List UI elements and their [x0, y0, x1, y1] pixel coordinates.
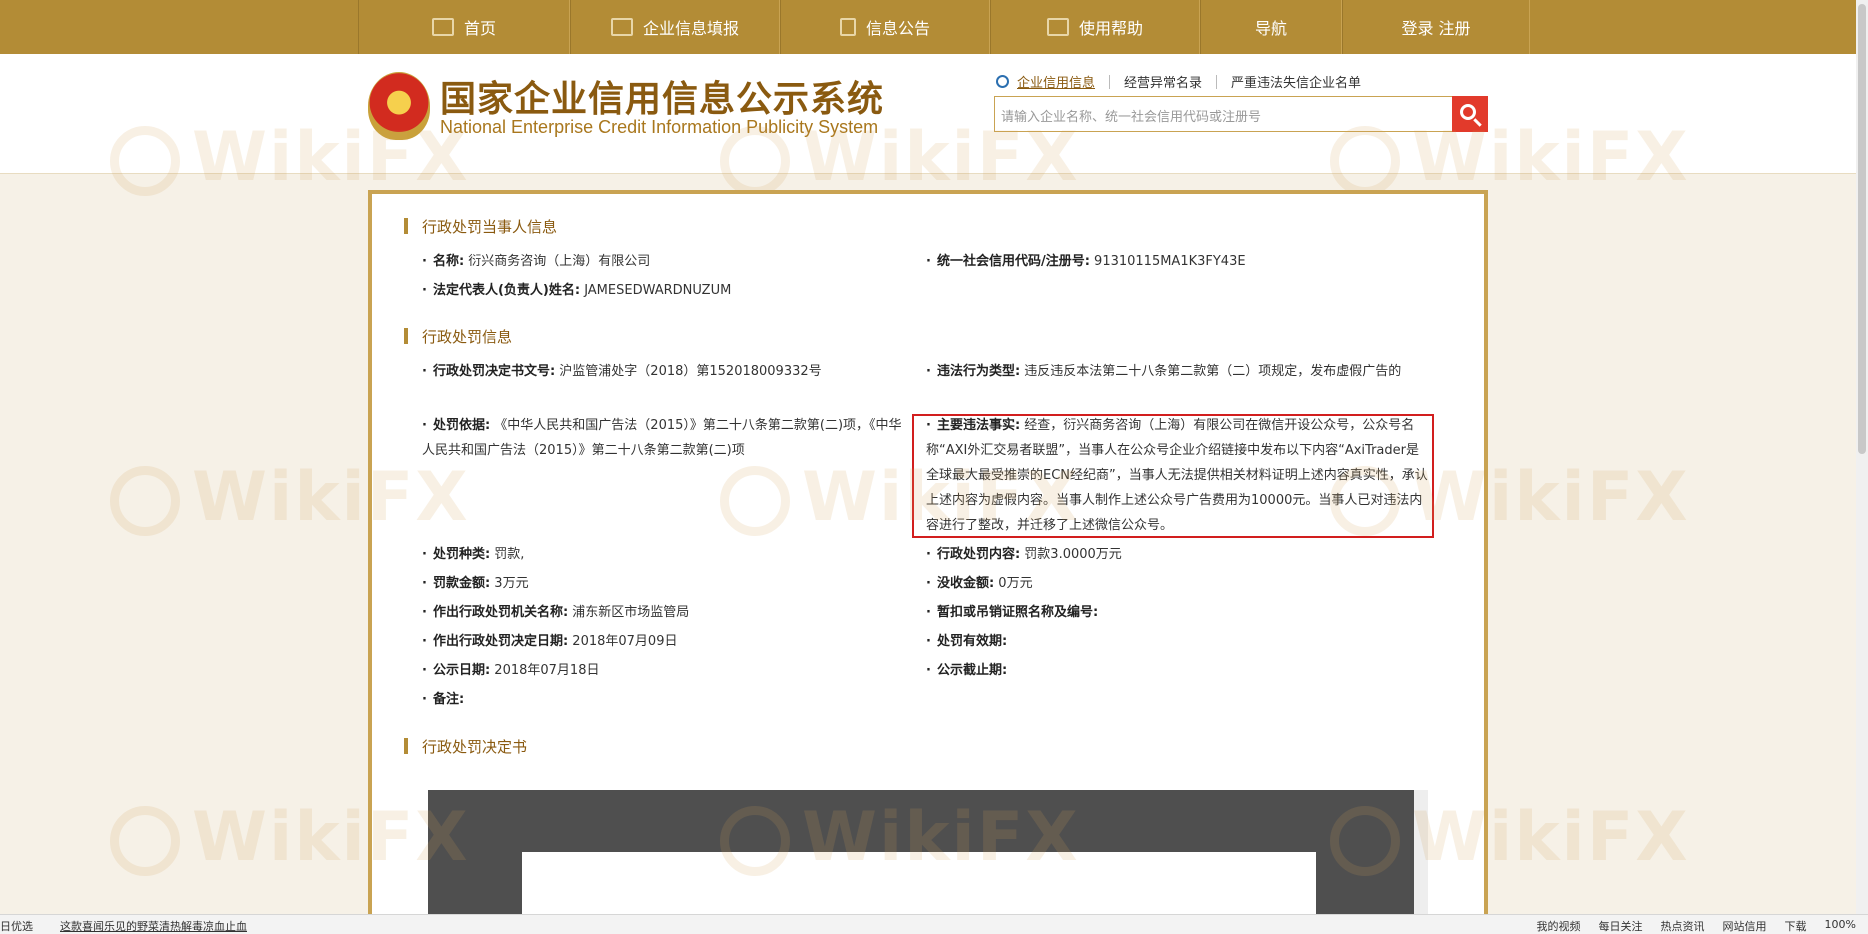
- section-title-penalty: 行政处罚信息: [404, 326, 512, 347]
- zoom-level[interactable]: 100%: [1825, 918, 1856, 934]
- field-penalty-kind: 处罚种类: 罚款,: [422, 542, 902, 567]
- hot-news-link[interactable]: 热点资讯: [1661, 918, 1705, 934]
- my-video-link[interactable]: 我的视频: [1537, 918, 1581, 934]
- tab-blacklist[interactable]: 严重违法失信企业名单: [1231, 72, 1361, 91]
- field-confiscation: 没收金额: 0万元: [926, 571, 1426, 596]
- site-title-cn: 国家企业信用信息公示系统: [440, 78, 885, 120]
- watermark: WikiFX: [110, 798, 470, 877]
- field-authority: 作出行政处罚机关名称: 浦东新区市场监管局: [422, 600, 902, 625]
- field-representative: 法定代表人(负责人)姓名: JAMESEDWARDNUZUM: [422, 278, 902, 303]
- site-credit-link[interactable]: 网站信用: [1723, 918, 1767, 934]
- watermark: WikiFX: [720, 458, 1080, 537]
- field-remarks: 备注:: [422, 687, 902, 712]
- watermark: WikiFX: [1330, 798, 1690, 877]
- field-license: 暂扣或吊销证照名称及编号:: [926, 600, 1426, 625]
- browser-status-bar: 日优选 这款喜闻乐见的野菜清热解毒凉血止血 我的视频 每日关注 热点资讯 网站信…: [0, 914, 1868, 934]
- section-title-decision: 行政处罚决定书: [404, 736, 527, 757]
- download-link[interactable]: 下载: [1785, 918, 1807, 934]
- field-decision-date: 作出行政处罚决定日期: 2018年07月09日: [422, 629, 902, 654]
- field-publish-end: 公示截止期:: [926, 658, 1426, 683]
- watermark: WikiFX: [720, 798, 1080, 877]
- nav-navigation[interactable]: 导航: [1200, 0, 1342, 54]
- watermark: WikiFX: [110, 458, 470, 537]
- speaker-icon: [1046, 18, 1069, 36]
- field-penalty-content: 行政处罚内容: 罚款3.0000万元: [926, 542, 1426, 567]
- field-publish-date: 公示日期: 2018年07月18日: [422, 658, 902, 683]
- daily-follow-link[interactable]: 每日关注: [1599, 918, 1643, 934]
- scrollbar-thumb[interactable]: [1858, 4, 1866, 454]
- nav-help[interactable]: 使用帮助: [990, 0, 1200, 54]
- tab-abnormal-list[interactable]: 经营异常名录: [1124, 72, 1202, 91]
- edit-icon: [610, 18, 633, 36]
- section-title-party: 行政处罚当事人信息: [404, 216, 557, 237]
- monitor-icon: [431, 18, 454, 36]
- nav-login-register[interactable]: 登录 注册: [1342, 0, 1530, 54]
- status-tools: 我的视频 每日关注 热点资讯 网站信用 下载 100%: [1537, 918, 1856, 934]
- watermark: WikiFX: [720, 118, 1080, 197]
- watermark: WikiFX: [110, 118, 470, 197]
- field-violation-type: 违法行为类型: 违反违反本法第二十八条第二款第（二）项规定，发布虚假广告的: [926, 359, 1426, 384]
- search-icon: [996, 75, 1009, 88]
- field-name: 名称: 衍兴商务咨询（上海）有限公司: [422, 249, 902, 274]
- watermark: WikiFX: [1330, 458, 1690, 537]
- top-navigation-bar: 首页 企业信息填报 信息公告 使用帮助 导航 登录 注册: [0, 0, 1856, 54]
- tab-divider: [1216, 74, 1218, 89]
- tab-credit-info[interactable]: 企业信用信息: [1017, 72, 1095, 91]
- field-document-no: 行政处罚决定书文号: 沪监管浦处字（2018）第152018009332号: [422, 359, 902, 384]
- page-scrollbar[interactable]: [1856, 0, 1868, 934]
- field-basis: 处罚依据: 《中华人民共和国广告法（2015）》第二十八条第二款第(二)项，《中…: [422, 413, 912, 463]
- watermark: WikiFX: [1330, 118, 1690, 197]
- field-credit-code: 统一社会信用代码/注册号: 91310115MA1K3FY43E: [926, 249, 1426, 274]
- nav-home[interactable]: 首页: [358, 0, 570, 54]
- nav-announcement[interactable]: 信息公告: [780, 0, 990, 54]
- status-news-link[interactable]: 这款喜闻乐见的野菜清热解毒凉血止血: [60, 918, 247, 934]
- field-fine-amount: 罚款金额: 3万元: [422, 571, 902, 596]
- status-left-label[interactable]: 日优选: [0, 918, 33, 934]
- field-validity: 处罚有效期:: [926, 629, 1426, 654]
- document-icon: [839, 18, 856, 36]
- nav-info-report[interactable]: 企业信息填报: [570, 0, 780, 54]
- tab-divider: [1109, 74, 1111, 89]
- search-tabs: 企业信用信息 经营异常名录 严重违法失信企业名单: [996, 72, 1361, 91]
